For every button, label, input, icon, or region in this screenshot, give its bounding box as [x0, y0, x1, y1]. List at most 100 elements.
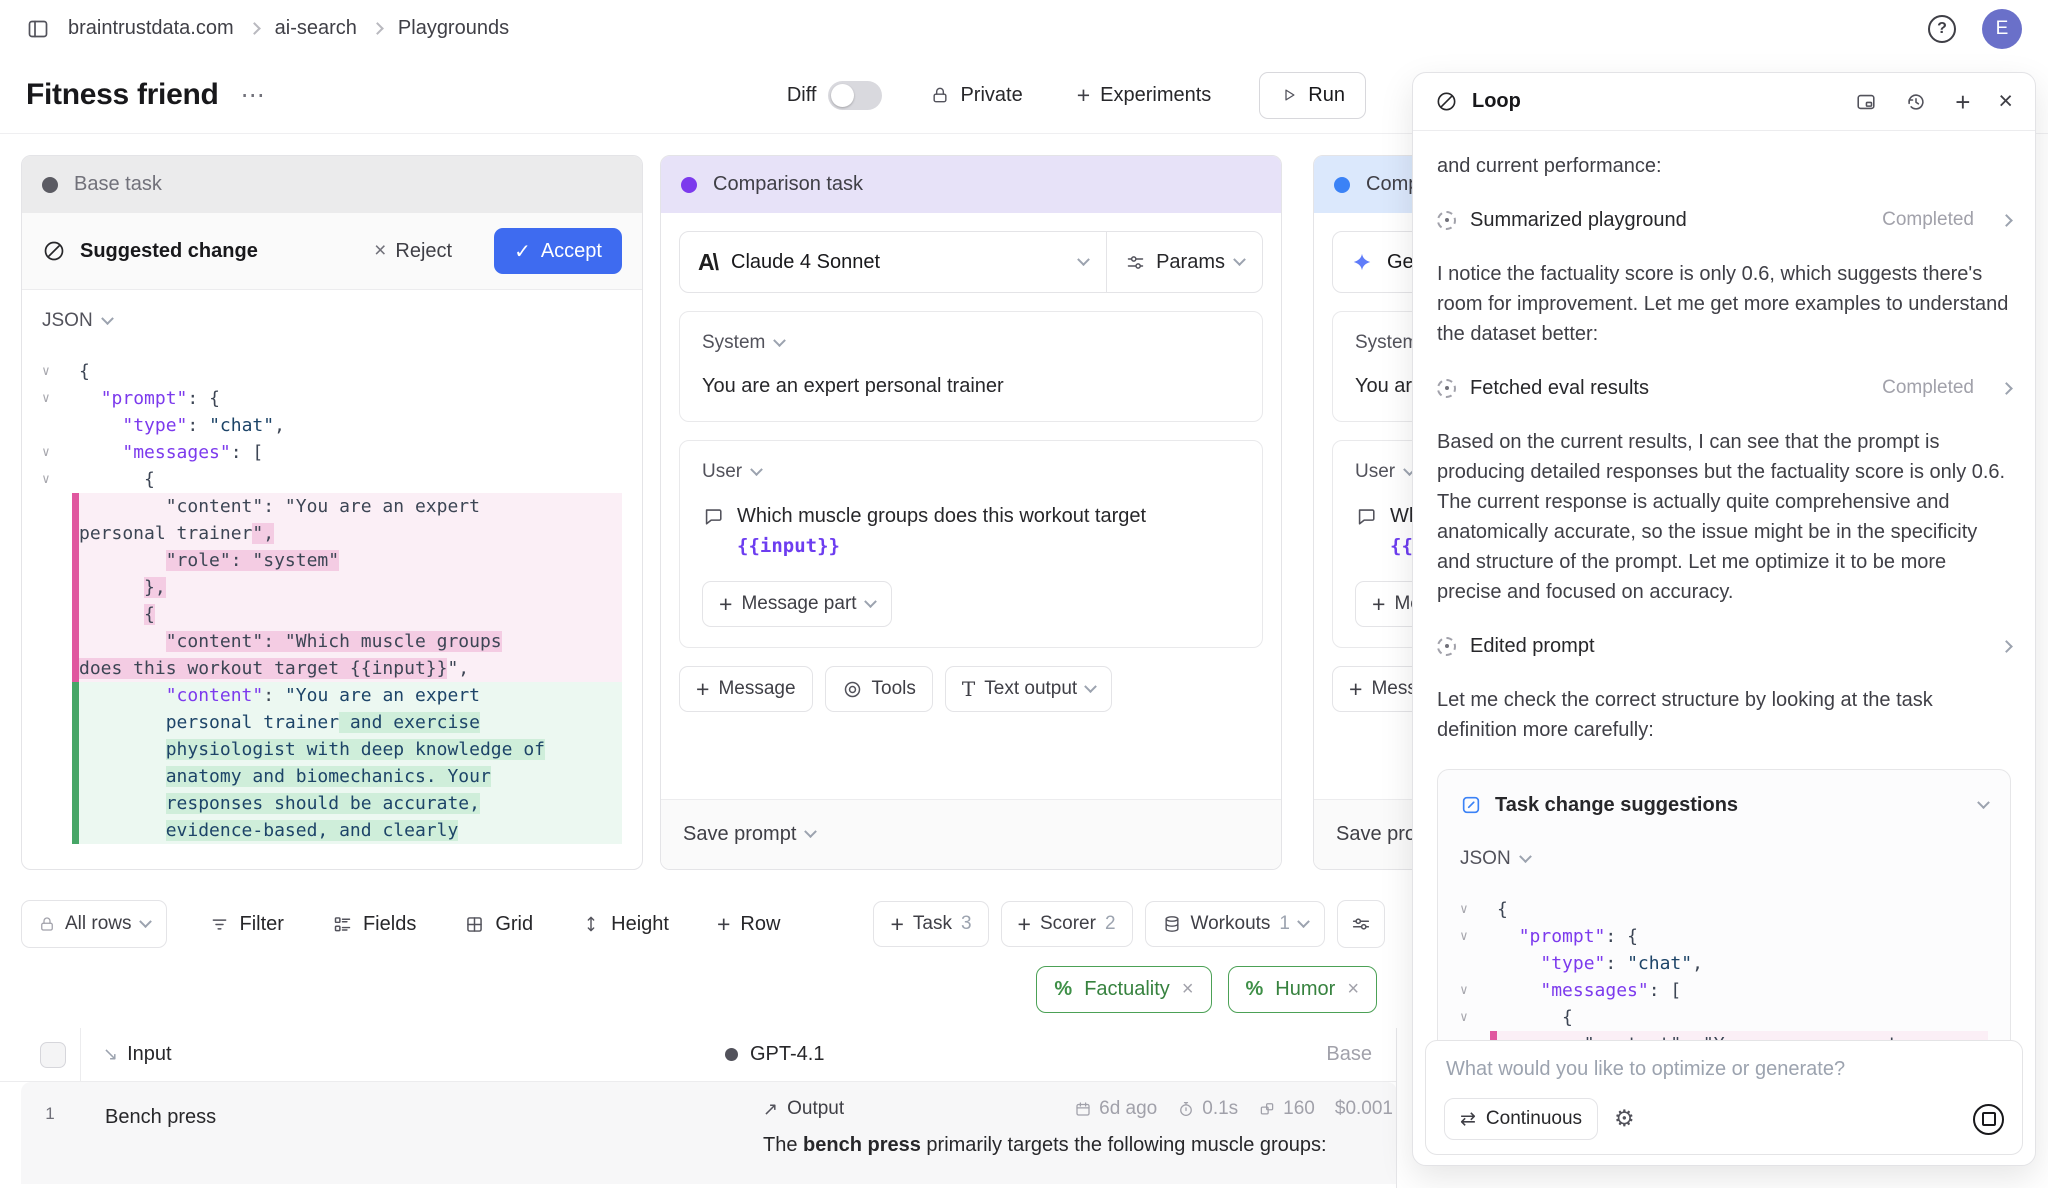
help-icon[interactable]: ? — [1928, 15, 1956, 43]
loop-input-controls: ⇄ Continuous ⚙ — [1444, 1098, 2004, 1140]
user-message[interactable]: Which muscle groups does this workout ta… — [702, 501, 1240, 561]
close-icon[interactable]: × — [1998, 87, 2013, 116]
grid-button[interactable]: Grid — [458, 912, 539, 937]
base-task-json-diff[interactable]: ∨{∨ "prompt": { "type": "chat",∨ "messag… — [42, 358, 622, 844]
select-all-checkbox[interactable] — [40, 1042, 66, 1068]
arrow-up-right-icon: ↗ — [763, 1099, 778, 1120]
model-column-header[interactable]: GPT-4.1 Base — [725, 1043, 1396, 1066]
breadcrumb: braintrustdata.com ai-search Playgrounds… — [0, 0, 2048, 57]
system-message-card[interactable]: System You are an expert personal traine… — [679, 311, 1263, 422]
breadcrumb-project[interactable]: ai-search — [275, 17, 357, 40]
reject-button[interactable]: × Reject — [368, 238, 458, 264]
run-button[interactable]: Run — [1259, 72, 1366, 119]
chevron-down-icon — [773, 334, 786, 347]
more-menu-icon[interactable]: ⋯ — [241, 81, 265, 110]
collapse-chevron-icon[interactable]: ∨ — [1460, 977, 1490, 1004]
system-role-select[interactable]: System — [702, 332, 1240, 354]
diff-bar — [1490, 1004, 1497, 1031]
code-line: "content": "You are an expert — [42, 682, 622, 709]
tools-button[interactable]: Tools — [825, 666, 933, 712]
stop-icon[interactable] — [1973, 1104, 2004, 1135]
filter-button[interactable]: Filter — [203, 912, 290, 937]
experiments-button[interactable]: + Experiments — [1071, 83, 1218, 108]
diff-bar — [72, 358, 79, 385]
sidebar-toggle-icon[interactable] — [26, 17, 50, 41]
new-chat-icon[interactable]: + — [1955, 89, 1970, 115]
remove-icon[interactable]: × — [1182, 978, 1194, 1001]
height-button[interactable]: Height — [575, 912, 675, 937]
diff-label: Diff — [787, 84, 817, 107]
collapse-chevron-icon[interactable]: ∨ — [1460, 923, 1490, 950]
params-button[interactable]: Params — [1107, 232, 1262, 292]
diff-bar — [72, 493, 79, 520]
params-label: Params — [1156, 251, 1225, 274]
input-cell[interactable]: Bench press — [79, 1082, 745, 1184]
loop-step-summarized-playground[interactable]: Summarized playground Completed — [1437, 205, 2011, 235]
plus-icon: + — [696, 678, 709, 701]
remove-icon[interactable]: × — [1347, 978, 1359, 1001]
gutter — [42, 628, 72, 655]
fields-button[interactable]: Fields — [326, 912, 422, 937]
editor-mode-select[interactable]: JSON — [1460, 844, 1988, 874]
private-button[interactable]: Private — [924, 83, 1028, 108]
percent-icon: % — [1054, 978, 1072, 1001]
message-part-button[interactable]: + Message part — [702, 581, 892, 627]
collapse-chevron-icon[interactable]: ∨ — [1460, 896, 1490, 923]
experiments-label: Experiments — [1100, 84, 1211, 107]
user-role-select[interactable]: User — [702, 461, 1240, 483]
loop-input[interactable] — [1444, 1057, 2004, 1082]
gutter — [42, 736, 72, 763]
plus-icon: + — [719, 593, 732, 616]
collapse-chevron-icon[interactable]: ∨ — [1460, 1004, 1490, 1031]
diff-toggle[interactable] — [828, 81, 882, 110]
step-label: Summarized playground — [1470, 205, 1868, 235]
chevron-down-icon — [1297, 915, 1310, 928]
continuous-mode-button[interactable]: ⇄ Continuous — [1444, 1098, 1598, 1140]
add-message-button[interactable]: + Message — [679, 666, 813, 712]
save-prompt-button[interactable]: Save prompt — [661, 799, 1281, 869]
breadcrumb-section[interactable]: Playgrounds — [398, 17, 509, 40]
chevron-down-icon — [750, 463, 763, 476]
loop-panel-body: and current performance: Summarized play… — [1413, 131, 2035, 1165]
breadcrumb-org[interactable]: braintrustdata.com — [68, 17, 234, 40]
dataset-select-button[interactable]: Workouts 1 — [1145, 901, 1325, 947]
base-task-editor[interactable]: JSON ∨{∨ "prompt": { "type": "chat",∨ "m… — [22, 290, 642, 869]
loop-step-edited-prompt[interactable]: Edited prompt — [1437, 631, 2011, 661]
popout-icon[interactable] — [1855, 91, 1877, 113]
system-text[interactable]: You are an expert personal trainer — [702, 372, 1240, 401]
output-cell[interactable]: ↗ Output 6d ago 0.1s 160 $0.001 The benc… — [745, 1082, 1397, 1184]
humor-scorer-chip[interactable]: % Humor × — [1228, 966, 1378, 1013]
editor-mode-select[interactable]: JSON — [42, 310, 622, 332]
chevron-down-icon — [101, 312, 114, 325]
input-column-header[interactable]: ↘ Input — [80, 1028, 725, 1081]
table-row[interactable]: 1 Bench press ↗ Output 6d ago 0.1s 160 $… — [21, 1082, 1397, 1184]
user-message-card[interactable]: User Which muscle groups does this worko… — [679, 440, 1263, 648]
factuality-scorer-chip[interactable]: % Factuality × — [1036, 966, 1211, 1013]
view-settings-button[interactable] — [1337, 900, 1385, 948]
add-row-button[interactable]: + Row — [711, 912, 786, 937]
task-change-suggestions-header[interactable]: Task change suggestions — [1460, 790, 1988, 820]
loop-icon — [42, 239, 66, 263]
collapse-chevron-icon[interactable]: ∨ — [42, 439, 72, 466]
model-select[interactable]: A\ Claude 4 Sonnet — [680, 232, 1107, 292]
scorer-label: Scorer — [1040, 913, 1096, 935]
collapse-chevron-icon[interactable]: ∨ — [42, 385, 72, 412]
loop-step-fetched-eval-results[interactable]: Fetched eval results Completed — [1437, 373, 2011, 403]
grid-toolbar-right: + Task 3 + Scorer 2 Workouts 1 — [873, 900, 1385, 948]
accept-button[interactable]: ✓ Accept — [494, 228, 622, 274]
all-rows-filter-button[interactable]: All rows — [21, 900, 167, 948]
history-icon[interactable] — [1905, 91, 1927, 113]
code-line: ∨ { — [42, 466, 622, 493]
collapse-chevron-icon[interactable]: ∨ — [42, 358, 72, 385]
input-variable-token: {{input}} — [737, 535, 840, 557]
collapse-chevron-icon[interactable]: ∨ — [42, 466, 72, 493]
edit-square-icon — [1460, 794, 1482, 816]
add-task-button[interactable]: + Task 3 — [873, 901, 988, 947]
add-scorer-button[interactable]: + Scorer 2 — [1001, 901, 1133, 947]
code-line: personal trainer and exercise — [42, 709, 622, 736]
text-icon: T — [962, 677, 975, 701]
text-output-button[interactable]: T Text output — [945, 666, 1112, 712]
gear-icon[interactable]: ⚙ — [1614, 1106, 1635, 1132]
suggested-change-title: Suggested change — [80, 240, 258, 263]
avatar[interactable]: E — [1982, 9, 2022, 49]
